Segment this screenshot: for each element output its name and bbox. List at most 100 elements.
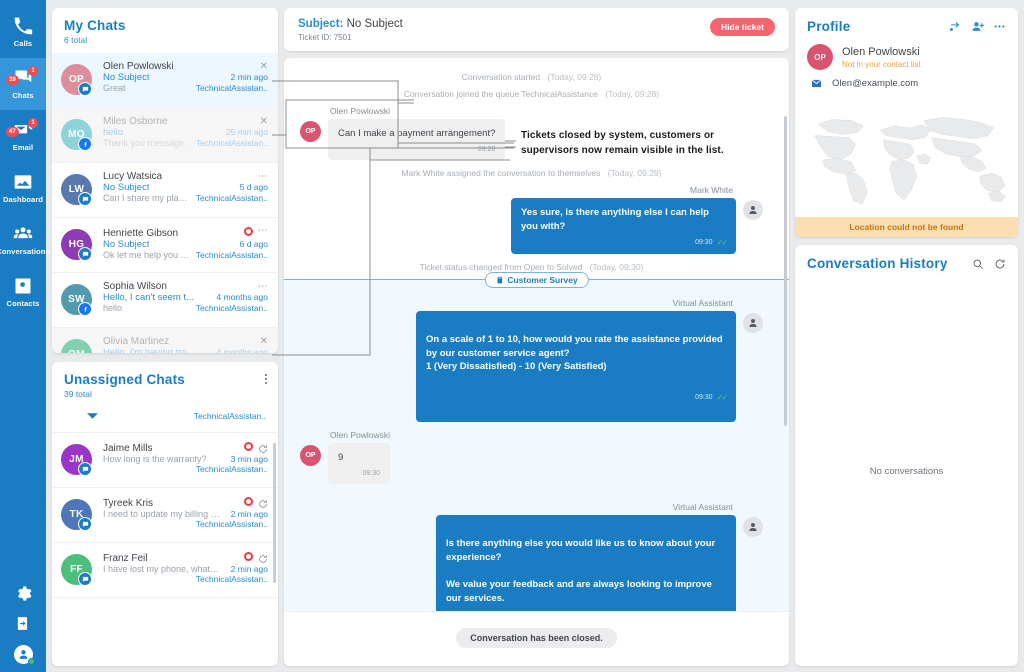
my-chats-header: My Chats 6 total <box>52 8 278 53</box>
chat-name: Lucy Watsica <box>103 171 163 182</box>
avatar: OM <box>61 339 92 353</box>
close-icon[interactable]: ✕ <box>260 117 268 127</box>
profile-panel: Profile OP Olen Powlowski Not in your co… <box>795 8 1018 237</box>
chevron-down-icon[interactable] <box>64 407 99 425</box>
system-event-status-changed: Ticket status changed from Open to Solve… <box>300 262 763 272</box>
user-avatar-icon[interactable] <box>13 645 35 665</box>
more-icon[interactable]: ⋯ <box>258 172 269 182</box>
avatar-wrap: FF <box>61 551 95 589</box>
ticket-id: Ticket ID: 7501 <box>298 33 352 42</box>
unassigned-more-icon[interactable] <box>264 374 268 386</box>
chat-time: 4 months ago <box>216 347 268 353</box>
message-bubble[interactable]: 9 09:30 <box>328 443 390 485</box>
read-receipt-icon: ✓✓ <box>716 238 728 248</box>
more-icon[interactable]: ⋯ <box>258 226 269 236</box>
unassigned-row-tyreek-kris[interactable]: TK Tyreek Kris I need to update my billi… <box>52 488 278 543</box>
unassigned-filter-row[interactable]: TechnicalAssistan.. <box>52 407 278 433</box>
rail-item-conversations[interactable]: Conversations <box>0 214 50 266</box>
message-bubble[interactable]: Yes sure, is there anything else I can h… <box>511 197 736 255</box>
chat-list-column: My Chats 6 total OP Olen Powlowski ✕ No … <box>46 0 278 672</box>
agent-avatar-icon <box>743 517 763 538</box>
rail-label-contacts: Contacts <box>6 299 40 308</box>
unassigned-row-jaime-mills[interactable]: JM Jaime Mills How long is the warranty?… <box>52 433 278 488</box>
message-text: Yes sure, is there anything else I can h… <box>521 206 709 232</box>
message-author: Olen Powlowski <box>330 430 390 441</box>
chat-name: Henriette Gibson <box>103 227 179 239</box>
message-time: 09:28 <box>477 145 496 153</box>
unassigned-header: Unassigned Chats 39 total <box>52 362 278 407</box>
more-icon[interactable] <box>993 20 1006 33</box>
message-bubble[interactable]: Can I make a payment arrangement? 09:28 <box>328 119 506 160</box>
avatar-wrap: LW <box>61 171 95 209</box>
message-bubble[interactable]: On a scale of 1 to 10, how would you rat… <box>416 311 736 423</box>
chat-row-henriette-gibson[interactable]: HG Henriette Gibson ⋯ No Subject 6 d ago… <box>52 218 278 273</box>
chat-queue: TechnicalAssistan.. <box>195 518 268 529</box>
add-contact-icon[interactable] <box>971 20 984 33</box>
rail-item-email[interactable]: 1 47 Email <box>0 110 46 162</box>
chat-subject: Hello, I'm having tro... <box>103 347 195 353</box>
system-event-started: Conversation started (Today, 09:28) <box>300 72 763 82</box>
unassigned-scrollbar[interactable] <box>273 443 276 583</box>
rail-label-calls: Calls <box>13 39 33 48</box>
rail-item-dashboard[interactable]: Dashboard <box>0 162 46 214</box>
chat-name: Miles Osborne <box>103 116 168 127</box>
message-bubble[interactable]: Is there anything else you would like us… <box>436 515 736 611</box>
conversation-history-panel: Conversation History No conversations <box>795 245 1018 666</box>
history-header: Conversation History <box>795 245 1018 277</box>
right-column: Profile OP Olen Powlowski Not in your co… <box>795 0 1024 672</box>
rail-label-email: Email <box>12 143 34 152</box>
conversation-scrollbar[interactable] <box>784 116 787 426</box>
chat-preview: I need to update my billing infor... <box>103 508 221 519</box>
message-text: Can I make a payment arrangement? <box>338 128 496 139</box>
pickup-icon[interactable] <box>258 496 268 508</box>
system-event-joined-queue: Conversation joined the queue TechnicalA… <box>300 89 763 99</box>
more-icon[interactable]: ⋯ <box>258 282 269 292</box>
chat-time: 2 min ago <box>230 563 268 574</box>
chat-time: 25 min ago <box>225 127 268 137</box>
chat-queue: TechnicalAssistan.. <box>195 193 268 203</box>
online-status-dot <box>27 658 35 665</box>
close-icon[interactable]: ✕ <box>260 62 268 72</box>
pickup-icon[interactable] <box>258 551 268 563</box>
my-chats-scroll[interactable]: OP Olen Powlowski ✕ No Subject 2 min ago… <box>52 53 278 353</box>
chat-row-olen-powlowski[interactable]: OP Olen Powlowski ✕ No Subject 2 min ago… <box>52 53 278 108</box>
close-icon[interactable]: ✕ <box>260 337 268 347</box>
chat-time: 4 months ago <box>216 292 268 302</box>
transfer-icon[interactable] <box>949 20 962 33</box>
conversation-scroll[interactable]: Conversation started (Today, 09:28) Conv… <box>284 58 789 611</box>
profile-header: Profile <box>795 8 1018 40</box>
app-window: Calls 1 39 Chats 1 47 Email Dashboard Co… <box>0 0 1024 672</box>
chat-preview: hello <box>103 303 123 313</box>
unassigned-row-franz-feil[interactable]: FF Franz Feil I have lost my phone, what… <box>52 543 278 598</box>
pickup-icon[interactable] <box>258 441 268 453</box>
message-author: Virtual Assistant <box>672 502 733 513</box>
search-icon[interactable] <box>972 258 984 270</box>
rail-item-calls[interactable]: Calls <box>0 6 46 58</box>
ticket-subject: Subject: No Subject <box>298 18 403 30</box>
rail-item-chats[interactable]: 1 39 Chats <box>0 58 46 110</box>
world-map-icon <box>814 117 1006 205</box>
chat-name: Jaime Mills <box>103 442 153 454</box>
agent-avatar-icon <box>743 313 763 334</box>
logout-icon[interactable] <box>15 615 32 632</box>
channel-message-icon <box>78 192 92 206</box>
avatar-wrap: MO <box>61 116 95 154</box>
settings-icon[interactable] <box>15 585 32 602</box>
chat-subject: hello <box>103 127 124 138</box>
hide-ticket-button[interactable]: Hide ticket <box>710 18 775 36</box>
chat-row-sophia-wilson[interactable]: SW Sophia Wilson ⋯ Hello, I can't seem t… <box>52 273 278 328</box>
chat-row-lucy-watsica[interactable]: LW Lucy Watsica ⋯ No Subject 5 d ago Can… <box>52 163 278 218</box>
chat-preview: Great <box>103 83 126 93</box>
event-text: Conversation started <box>461 72 541 82</box>
chat-row-body: Olen Powlowski ✕ No Subject 2 min ago Gr… <box>103 61 268 99</box>
avatar-wrap: JM <box>61 441 95 479</box>
message-author: Virtual Assistant <box>672 298 733 309</box>
rail-item-contacts[interactable]: Contacts <box>0 266 46 318</box>
chat-row-miles-osborne[interactable]: MO Miles Osborne ✕ hello 25 min ago Than… <box>52 108 278 163</box>
chat-queue: TechnicalAssistan.. <box>195 83 268 93</box>
customer-survey-chip: Customer Survey <box>484 272 589 289</box>
refresh-icon[interactable] <box>994 258 1006 270</box>
chat-row-olivia-martinez[interactable]: OM Olivia Martinez ✕ Hello, I'm having t… <box>52 328 278 353</box>
message-time: 09:30 <box>362 469 380 477</box>
unassigned-scroll[interactable]: JM Jaime Mills How long is the warranty?… <box>52 433 278 666</box>
